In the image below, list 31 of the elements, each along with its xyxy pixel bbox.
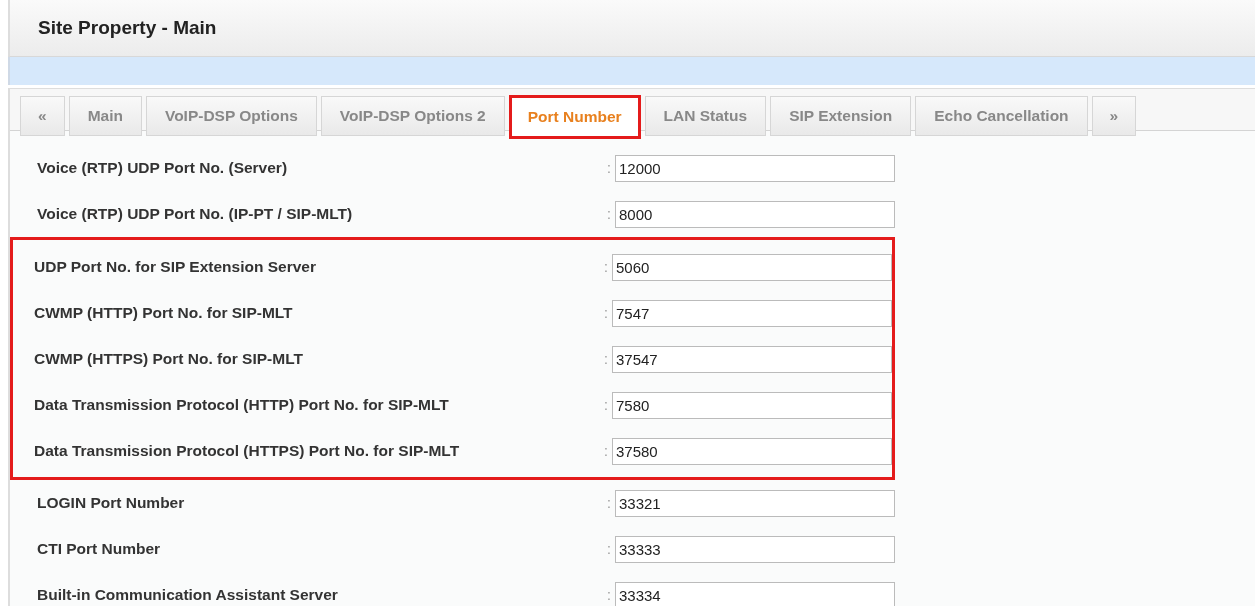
- field-label: Data Transmission Protocol (HTTPS) Port No. for SIP-MLT: [34, 442, 461, 460]
- input-field[interactable]: 33321: [615, 489, 895, 517]
- field-label: Data Transmission Protocol (HTTP) Port No. for SIP-MLT: [34, 396, 450, 414]
- separator: :: [604, 443, 609, 459]
- separator: :: [607, 160, 612, 176]
- input-field[interactable]: 12000: [615, 154, 895, 182]
- page-title: Site Property - Main: [38, 17, 217, 39]
- field-label: CWMP (HTTP) Port No. for SIP-MLT: [34, 304, 294, 322]
- field-label: Built-in Communication Assistant Server: [37, 586, 339, 604]
- separator: :: [604, 351, 609, 367]
- separator: :: [604, 397, 609, 413]
- input-field[interactable]: 37580: [612, 437, 892, 465]
- field-label: UDP Port No. for SIP Extension Server: [34, 258, 317, 276]
- separator: :: [607, 541, 612, 557]
- field-label: CWMP (HTTPS) Port No. for SIP-MLT: [34, 350, 304, 368]
- separator: :: [607, 587, 612, 603]
- separator: :: [604, 259, 609, 275]
- input-field[interactable]: 7580: [612, 391, 892, 419]
- input-field[interactable]: 5060: [612, 253, 892, 281]
- separator: :: [607, 495, 612, 511]
- input-field[interactable]: 7547: [612, 299, 892, 327]
- separator: :: [604, 305, 609, 321]
- field-label: Voice (RTP) UDP Port No. (IP-PT / SIP-MLT): [37, 205, 354, 223]
- field-label: LOGIN Port Number: [37, 494, 186, 512]
- input-field[interactable]: 8000: [615, 200, 895, 228]
- field-label: CTI Port Number: [37, 540, 162, 558]
- input-field[interactable]: 33334: [615, 581, 895, 606]
- input-field[interactable]: 33333: [615, 535, 895, 563]
- field-label: Voice (RTP) UDP Port No. (Server): [37, 159, 289, 177]
- separator: :: [607, 206, 612, 222]
- input-field[interactable]: 37547: [612, 345, 892, 373]
